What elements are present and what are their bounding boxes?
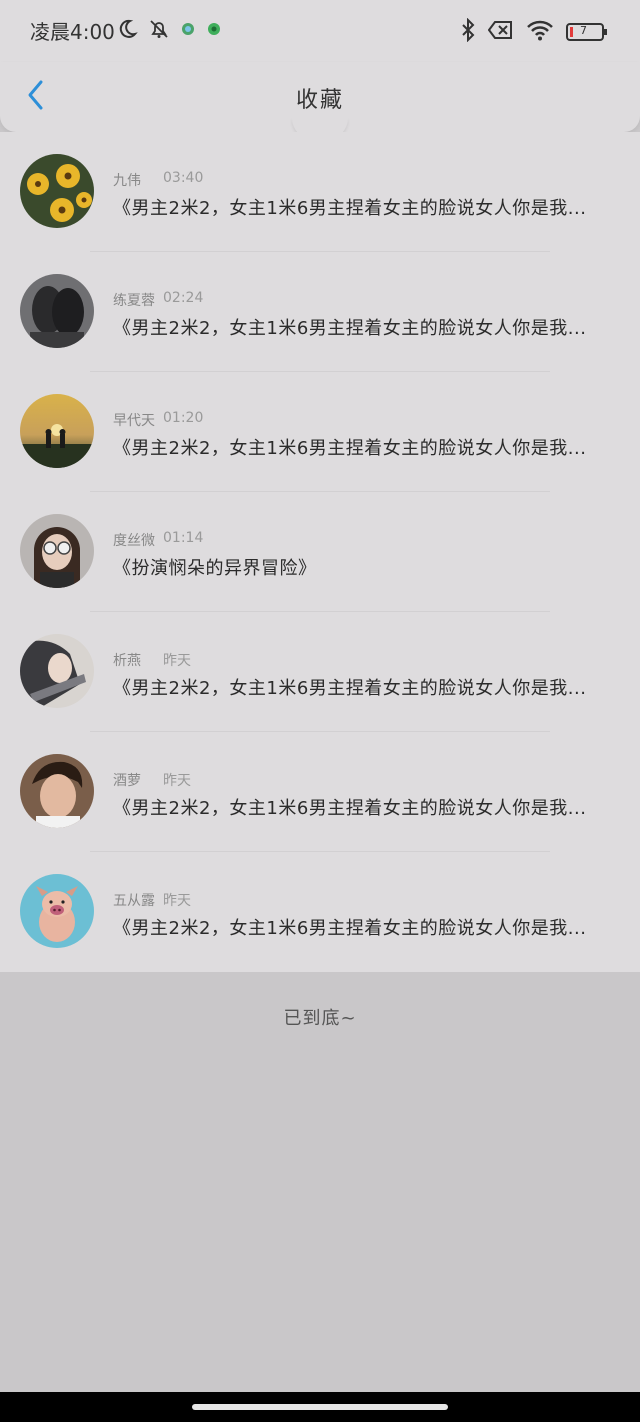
item-time: 昨天 (163, 653, 191, 669)
list-item[interactable]: 度丝微 01:14 《扮演悯朵的异界冒险》 (0, 492, 640, 612)
wifi-icon (526, 19, 554, 45)
list-item[interactable]: 酒萝 昨天 《男主2米2，女主1米6男主捏着女主的脸说女人你是我... (0, 732, 640, 852)
item-author: 五从露 (113, 893, 155, 909)
status-time: 凌晨4:00 (30, 20, 115, 44)
status-bar: 凌晨4:00 7 (0, 0, 640, 62)
app-icon (206, 21, 222, 41)
avatar (20, 874, 94, 948)
item-text: 《男主2米2，女主1米6男主捏着女主的脸说女人你是我... (113, 438, 587, 459)
item-text: 《男主2米2，女主1米6男主捏着女主的脸说女人你是我... (113, 198, 587, 219)
item-author: 度丝微 (113, 533, 155, 549)
item-author: 九伟 (113, 173, 141, 189)
battery-icon: 7 (566, 22, 608, 42)
avatar (20, 274, 94, 348)
list-item[interactable]: 早代天 01:20 《男主2米2，女主1米6男主捏着女主的脸说女人你是我... (0, 372, 640, 492)
item-author: 酒萝 (113, 773, 141, 789)
moon-icon (116, 18, 138, 44)
list-item[interactable]: 五从露 昨天 《男主2米2，女主1米6男主捏着女主的脸说女人你是我... (0, 852, 640, 972)
item-author: 早代天 (113, 413, 155, 429)
item-text: 《男主2米2，女主1米6男主捏着女主的脸说女人你是我... (113, 918, 587, 939)
item-text: 《男主2米2，女主1米6男主捏着女主的脸说女人你是我... (113, 318, 587, 339)
item-time: 01:14 (163, 530, 204, 546)
item-text: 《男主2米2，女主1米6男主捏着女主的脸说女人你是我... (113, 798, 587, 819)
list-item[interactable]: 练夏蓉 02:24 《男主2米2，女主1米6男主捏着女主的脸说女人你是我... (0, 252, 640, 372)
item-text: 《男主2米2，女主1米6男主捏着女主的脸说女人你是我... (113, 678, 587, 699)
item-text: 《扮演悯朵的异界冒险》 (113, 558, 317, 579)
item-time: 02:24 (163, 290, 204, 306)
avatar (20, 754, 94, 828)
list-item[interactable]: 析燕 昨天 《男主2米2，女主1米6男主捏着女主的脸说女人你是我... (0, 612, 640, 732)
bell-off-icon (148, 18, 170, 44)
page-title: 收藏 (295, 88, 344, 113)
battery-level: 7 (580, 24, 587, 37)
avatar (20, 634, 94, 708)
item-time: 昨天 (163, 893, 191, 909)
list-item[interactable]: 九伟 03:40 《男主2米2，女主1米6男主捏着女主的脸说女人你是我... (0, 132, 640, 252)
avatar (20, 154, 94, 228)
avatar (20, 394, 94, 468)
system-nav-bar (0, 1392, 640, 1422)
item-author: 析燕 (113, 653, 141, 669)
end-of-list-text: 已到底~ (283, 1008, 357, 1029)
favorites-list: 九伟 03:40 《男主2米2，女主1米6男主捏着女主的脸说女人你是我... 练… (0, 132, 640, 972)
app-icon (180, 21, 196, 41)
item-time: 01:20 (163, 410, 204, 426)
home-indicator[interactable] (192, 1404, 448, 1410)
sim-error-icon (487, 20, 514, 44)
avatar (20, 514, 94, 588)
item-time: 昨天 (163, 773, 191, 789)
item-time: 03:40 (163, 170, 204, 186)
bluetooth-icon (460, 17, 476, 46)
item-author: 练夏蓉 (113, 293, 155, 309)
